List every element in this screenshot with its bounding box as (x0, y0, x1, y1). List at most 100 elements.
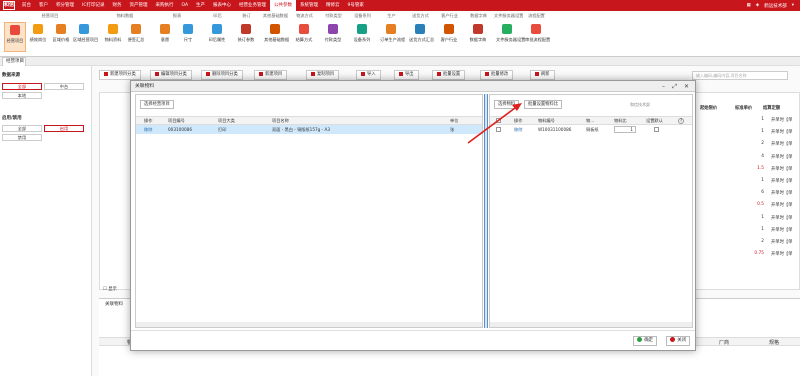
minimize-icon[interactable]: – (662, 81, 665, 92)
toolbar-button[interactable]: 刷新 (530, 70, 555, 80)
chevron-down-icon[interactable]: ▾ (792, 3, 794, 8)
ribbon-button[interactable]: 绩效岗位 (27, 22, 49, 52)
maximize-icon[interactable]: ⤢ (672, 81, 677, 92)
row-checkbox[interactable] (496, 127, 501, 132)
set-default-checkbox[interactable] (654, 127, 659, 132)
nav-item[interactable]: OA (177, 0, 192, 11)
ribbon-group-title: 流程配置 (528, 13, 545, 18)
toolbar-icon (437, 71, 441, 76)
ribbon-button[interactable]: 印后属性 (206, 22, 228, 52)
ribbon-icon (131, 24, 141, 34)
toolbar-button[interactable]: 编辑项目分类 (150, 70, 192, 80)
nav-item[interactable]: 9号管家 (344, 0, 368, 11)
toolbar-button[interactable]: 导出 (394, 70, 419, 80)
remove-link[interactable]: 移除 (514, 125, 522, 134)
ribbon-button-label: 物料资料 (104, 37, 122, 42)
toolbar-button[interactable]: 批量设置 (432, 70, 466, 80)
filter-source-center[interactable]: 中台 (44, 83, 84, 90)
ribbon-button[interactable]: 客户行业 (438, 22, 460, 52)
nav-item[interactable]: 积分管理 (52, 0, 78, 11)
item-search-input[interactable]: 输入编码,编码内容,项目名称 (692, 71, 788, 80)
horizontal-scrollbar[interactable] (490, 322, 692, 327)
toolbar-icon (259, 71, 263, 76)
remove-link[interactable]: 移除 (144, 125, 152, 134)
grid-cell-price: 0.75 (754, 251, 764, 257)
ribbon-button[interactable]: 区域价格 (50, 22, 72, 52)
show-checkbox[interactable]: ☐ 显示 (103, 286, 117, 292)
toolbar-button[interactable]: 批量修改 (480, 70, 514, 80)
ribbon-button[interactable]: 数据字典 (467, 22, 489, 52)
ribbon-button[interactable]: 经营项目 (4, 22, 26, 52)
toolbar-button[interactable]: 新建项目分类 (99, 70, 141, 80)
ratio-input[interactable]: 1 (614, 126, 636, 133)
ribbon-button-label: 印后属性 (208, 37, 226, 42)
ribbon-group: 付款类型 付款类型 (320, 13, 347, 57)
ribbon-group-title: 物料数据 (116, 13, 134, 18)
ok-button[interactable]: 确定 (633, 336, 657, 346)
ribbon-button[interactable]: 付款类型 (322, 22, 344, 52)
nav-item[interactable]: 采购执行 (151, 0, 177, 11)
ribbon-button[interactable]: 装订参数 (235, 22, 257, 52)
ribbon-button[interactable]: 设备系列 (351, 22, 373, 52)
nav-item[interactable]: 客户 (35, 0, 52, 11)
ribbon-group: 流程配置审批流程配置 (523, 13, 550, 57)
select-material-button[interactable]: 选择物料 (494, 100, 520, 109)
dialog-footer: 确定 关闭 (131, 330, 695, 350)
ribbon-button[interactable]: 意愿 (154, 22, 176, 52)
toolbar-button[interactable]: 删除项目分类 (201, 70, 243, 80)
toolbar-button-label: 导出 (405, 72, 414, 77)
help-icon[interactable]: ? (678, 118, 684, 124)
nav-item[interactable]: 公共参数 (270, 0, 297, 11)
ribbon-button[interactable]: 区域经营项目 (73, 22, 98, 52)
nav-item[interactable]: 财务 (108, 0, 125, 11)
bell-icon[interactable]: ◈ (756, 3, 759, 8)
ribbon-button[interactable]: 尺寸 (177, 22, 199, 52)
filter-status-disabled[interactable]: 禁用 (2, 134, 42, 141)
filter-status-all[interactable]: 全部 (2, 125, 42, 132)
tab-business-items[interactable]: 经营项目 × (2, 57, 26, 66)
toolbar-button[interactable]: 导入 (356, 70, 381, 80)
ribbon-button[interactable]: 送货方式汇总 (409, 22, 434, 52)
grid-cell-settle: 开单时【单 (771, 227, 793, 233)
ribbon-icon (328, 24, 338, 34)
nav-item[interactable]: 前台 (18, 0, 35, 11)
user-menu[interactable]: 鹤远技术部 (764, 3, 787, 9)
material-search-input[interactable]: 和信技术部 (630, 100, 690, 109)
nav-item[interactable]: 系统管理 (296, 0, 322, 11)
grid-icon[interactable]: ▦ (747, 3, 751, 8)
batch-ratio-button[interactable]: 批量设置物料比 (524, 100, 563, 109)
select-all-checkbox[interactable] (496, 118, 501, 123)
ribbon-button[interactable]: 文件服务器设置 (496, 22, 525, 52)
close-icon[interactable]: ✕ (684, 81, 689, 92)
ribbon-button-label: 经营项目 (6, 38, 24, 43)
filter-source-all[interactable]: 全部 (2, 83, 42, 90)
ribbon-button[interactable]: 结算方式 (293, 22, 315, 52)
pane-splitter[interactable] (484, 94, 488, 328)
nav-item[interactable]: IC打印记录 (78, 0, 108, 11)
toolbar-button-label: 批量设置 (443, 72, 461, 77)
ribbon-group-title: 物流方式 (296, 13, 313, 18)
nav-item[interactable]: 报表中心 (209, 0, 235, 11)
nav-item[interactable]: 资产管理 (125, 0, 151, 11)
ribbon-button[interactable]: 物料资料 (102, 22, 124, 52)
toolbar-button[interactable]: 复制项目 (306, 70, 340, 80)
ribbon-icon (270, 24, 280, 34)
ribbon-button[interactable]: 审批流程配置 (525, 22, 550, 52)
close-icon[interactable]: × (19, 58, 23, 66)
filter-source-local[interactable]: 本地 (2, 92, 42, 99)
horizontal-scrollbar[interactable] (136, 322, 482, 327)
close-button[interactable]: 关闭 (666, 336, 690, 346)
ribbon-button[interactable]: 订单生产流程 (380, 22, 405, 52)
toolbar-button[interactable]: 新建项目 (254, 70, 288, 80)
ribbon-group-title: 付款类型 (325, 13, 342, 18)
nav-item[interactable]: 精修云 (322, 0, 344, 11)
nav-item[interactable]: 生产 (192, 0, 209, 11)
ribbon-button[interactable]: 便签汇总 (125, 22, 147, 52)
select-item-button[interactable]: 选择经营项目 (140, 100, 174, 109)
ribbon-button-label: 绩效岗位 (29, 37, 47, 42)
filter-status-enabled[interactable]: 启用 (44, 125, 84, 132)
nav-item[interactable]: 经营业务管理 (235, 0, 270, 11)
table-row[interactable]: 移除 W10031100086 铜板纸 1 (490, 125, 692, 134)
ribbon-button[interactable]: 其他基础数据 (264, 22, 289, 52)
table-row[interactable]: 移除 003100086 打印 双面 - 黑白 - 铜版纸157g - A3 张 (136, 125, 482, 134)
